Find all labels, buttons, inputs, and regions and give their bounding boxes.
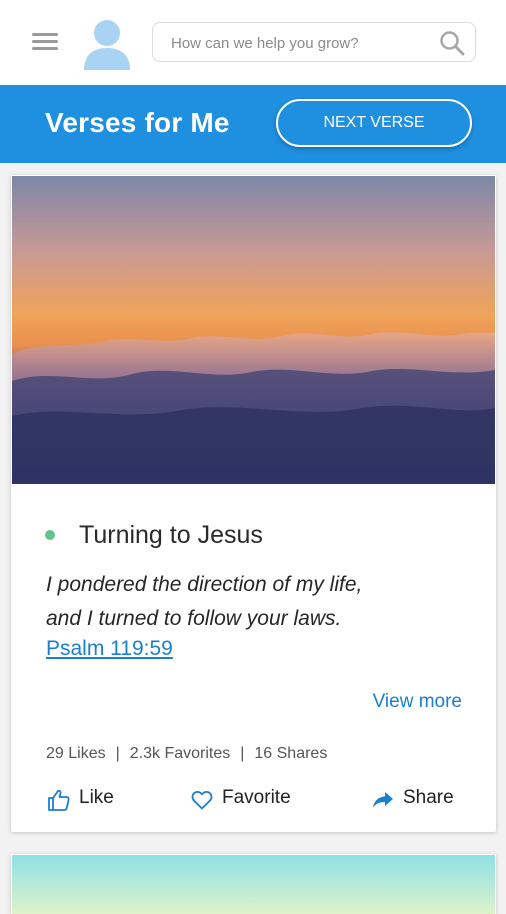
favorites-count: 2.3k Favorites (129, 745, 231, 762)
like-label: Like (79, 787, 114, 808)
share-arrow-icon (373, 792, 393, 808)
share-button[interactable]: Share (371, 785, 471, 815)
verse-reference-link[interactable]: Psalm 119:59 (46, 637, 173, 661)
next-verse-card (11, 854, 496, 914)
verse-text: I pondered the direction of my life, and… (46, 568, 446, 636)
shares-count: 16 Shares (254, 745, 328, 762)
share-label: Share (403, 787, 454, 808)
page-title: Verses for Me (45, 107, 230, 138)
next-verse-button[interactable]: NEXT VERSE (276, 99, 472, 147)
likes-count: 29 Likes (46, 745, 106, 762)
like-button[interactable]: Like (47, 785, 137, 815)
favorite-label: Favorite (222, 787, 291, 808)
verse-line: and I turned to follow your laws. (46, 607, 342, 630)
stats-separator: | (240, 745, 245, 762)
search-icon[interactable] (439, 30, 465, 56)
action-bar: Like Favorite Share (11, 785, 496, 815)
sky-image (12, 855, 495, 914)
heart-icon (191, 791, 213, 810)
engagement-stats: 29 Likes | 2.3k Favorites | 16 Shares (46, 745, 327, 763)
header-band: Verses for Me NEXT VERSE (0, 85, 506, 163)
verse-title: Turning to Jesus (79, 521, 263, 549)
thumbs-up-icon (48, 789, 70, 811)
search-box (152, 22, 476, 63)
search-input[interactable] (169, 23, 433, 63)
verse-line: I pondered the direction of my life, (46, 573, 363, 596)
user-avatar-icon[interactable] (82, 18, 132, 70)
top-bar (0, 0, 506, 86)
verse-card: Turning to Jesus I pondered the directio… (11, 175, 496, 832)
sky-clouds-image (12, 176, 495, 484)
stats-separator: | (115, 745, 120, 762)
status-dot (45, 530, 55, 540)
favorite-button[interactable]: Favorite (190, 785, 310, 815)
hamburger-menu-icon[interactable] (30, 30, 60, 54)
view-more-link[interactable]: View more (373, 691, 462, 713)
